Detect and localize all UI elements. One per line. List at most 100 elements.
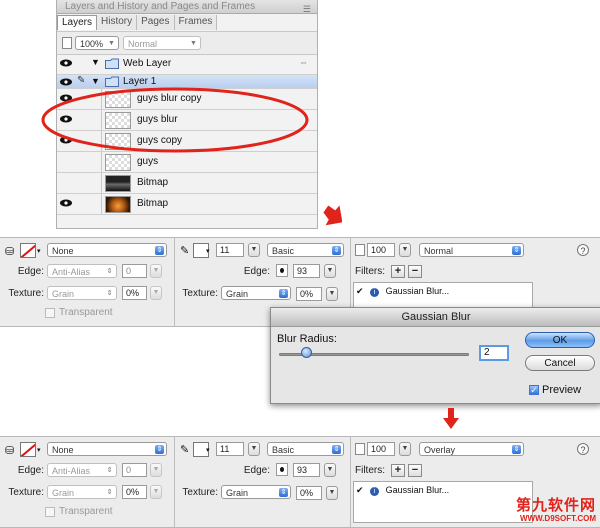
tab-frames[interactable]: Frames bbox=[174, 15, 218, 30]
info-icon[interactable]: i bbox=[370, 487, 380, 496]
stroke-edge-label: Edge: bbox=[243, 465, 270, 476]
cancel-button[interactable]: Cancel bbox=[525, 355, 595, 371]
chevron-down-icon: ⇕ bbox=[155, 246, 164, 255]
add-filter-button[interactable]: + bbox=[391, 464, 405, 477]
stroke-type-select[interactable]: Basic ⇕ bbox=[267, 442, 344, 456]
tab-history[interactable]: History bbox=[97, 15, 138, 30]
texture-select[interactable]: Grain ⇕ bbox=[47, 286, 117, 300]
stroke-type-value: Basic bbox=[272, 246, 295, 256]
chevron-down-icon[interactable]: ▾ bbox=[37, 247, 41, 255]
stroke-edge-field[interactable]: 93 bbox=[293, 264, 320, 278]
stroke-edge-dropdown[interactable]: ▼ bbox=[324, 264, 336, 278]
chevron-down-icon: ⇕ bbox=[332, 445, 341, 454]
stroke-size-dropdown[interactable]: ▼ bbox=[248, 243, 260, 257]
transparent-checkbox[interactable] bbox=[45, 308, 55, 318]
layer-row[interactable]: ▼ Web Layer ⇔ bbox=[57, 54, 317, 75]
edge-softness-icon[interactable] bbox=[276, 463, 288, 476]
fill-bucket-icon: ⛁ bbox=[5, 445, 15, 457]
tab-pages[interactable]: Pages bbox=[137, 15, 175, 30]
stroke-texture-percent-field[interactable]: 0% bbox=[296, 486, 322, 500]
panel-title: Layers and History and Pages and Frames bbox=[65, 1, 256, 12]
stroke-edge-dropdown[interactable]: ▼ bbox=[324, 463, 336, 477]
fill-color-swatch[interactable] bbox=[20, 442, 36, 457]
layer-row[interactable]: Bitmap bbox=[57, 194, 317, 215]
filter-item[interactable]: ✔ i Gaussian Blur... bbox=[356, 484, 449, 496]
texture-percent-field[interactable]: 0% bbox=[122, 485, 147, 499]
edge-select[interactable]: Anti-Alias ⇕ bbox=[47, 463, 117, 477]
divider bbox=[101, 152, 102, 172]
stroke-texture-select[interactable]: Grain ⇕ bbox=[221, 485, 291, 499]
transparent-label: Transparent bbox=[59, 506, 113, 517]
opacity-dropdown[interactable]: ▼ bbox=[399, 442, 411, 456]
stroke-texture-percent-dropdown[interactable]: ▼ bbox=[326, 287, 338, 301]
edge-softness-icon[interactable] bbox=[276, 264, 288, 277]
blend-mode-select[interactable]: Overlay ⇕ bbox=[419, 442, 524, 456]
stroke-edge-field[interactable]: 93 bbox=[293, 463, 320, 477]
texture-select[interactable]: Grain ⇕ bbox=[47, 485, 117, 499]
opacity-dropdown[interactable]: ▼ bbox=[399, 243, 411, 257]
layer-row[interactable]: guys bbox=[57, 152, 317, 173]
remove-filter-button[interactable]: − bbox=[408, 464, 422, 477]
help-icon[interactable]: ? bbox=[577, 443, 589, 455]
dialog-title: Gaussian Blur bbox=[271, 308, 600, 327]
stroke-type-select[interactable]: Basic ⇕ bbox=[267, 243, 344, 257]
transparent-checkbox[interactable] bbox=[45, 507, 55, 517]
filter-item[interactable]: ✔ i Gaussian Blur... bbox=[356, 285, 449, 297]
texture-percent-field[interactable]: 0% bbox=[122, 286, 147, 300]
divider bbox=[174, 437, 175, 527]
texture-label: Texture: bbox=[8, 487, 44, 498]
stroke-edge-label: Edge: bbox=[243, 266, 270, 277]
blend-mode-select[interactable]: Normal ▼ bbox=[123, 36, 201, 50]
opacity-field[interactable]: 100 bbox=[367, 442, 395, 456]
watermark: 第九软件网 WWW.D9SOFT.COM bbox=[516, 498, 596, 524]
add-filter-button[interactable]: + bbox=[391, 265, 405, 278]
layer-name: Web Layer bbox=[123, 58, 172, 69]
chevron-down-icon[interactable]: ▾ bbox=[37, 446, 41, 454]
layer-name: guys bbox=[137, 156, 159, 167]
opacity-field[interactable]: 100 bbox=[367, 243, 395, 257]
stroke-texture-label: Texture: bbox=[182, 487, 218, 498]
folder-icon bbox=[105, 58, 119, 69]
stroke-size-field[interactable]: 11 bbox=[216, 243, 244, 257]
chevron-down-icon: ▼ bbox=[190, 40, 197, 47]
panel-options-icon[interactable]: ☰ bbox=[303, 2, 311, 16]
edge-amount-dropdown[interactable]: ▼ bbox=[150, 463, 162, 477]
stroke-texture-percent-field[interactable]: 0% bbox=[296, 287, 322, 301]
stroke-size-dropdown[interactable]: ▼ bbox=[248, 442, 260, 456]
preview-checkbox[interactable]: ✓ bbox=[529, 385, 539, 395]
texture-percent-dropdown[interactable]: ▼ bbox=[150, 485, 162, 499]
remove-filter-button[interactable]: − bbox=[408, 265, 422, 278]
eye-icon[interactable] bbox=[60, 199, 72, 207]
check-icon[interactable]: ✔ bbox=[356, 286, 364, 296]
opacity-icon bbox=[355, 443, 365, 455]
help-icon[interactable]: ? bbox=[577, 244, 589, 256]
disclosure-triangle-icon[interactable]: ▼ bbox=[91, 57, 100, 67]
fill-type-select[interactable]: None ⇕ bbox=[47, 243, 167, 257]
stroke-texture-percent-dropdown[interactable]: ▼ bbox=[326, 486, 338, 500]
ok-button[interactable]: OK bbox=[525, 332, 595, 348]
layer-row[interactable]: Bitmap bbox=[57, 173, 317, 194]
eye-icon[interactable] bbox=[60, 59, 72, 67]
panel-title-bar[interactable]: Layers and History and Pages and Frames … bbox=[57, 0, 317, 14]
chevron-down-icon[interactable]: ▾ bbox=[206, 247, 210, 255]
edge-select[interactable]: Anti-Alias ⇕ bbox=[47, 264, 117, 278]
edge-amount-field[interactable]: 0 bbox=[122, 264, 147, 278]
tab-layers[interactable]: Layers bbox=[57, 15, 98, 30]
chevron-down-icon: ⇕ bbox=[279, 289, 288, 298]
blend-mode-value: Normal bbox=[424, 246, 454, 256]
chevron-down-icon[interactable]: ▾ bbox=[206, 446, 210, 454]
slider-thumb[interactable] bbox=[301, 347, 312, 358]
stroke-size-field[interactable]: 11 bbox=[216, 442, 244, 456]
pencil-icon: ✎ bbox=[180, 245, 190, 257]
blend-mode-select[interactable]: Normal ⇕ bbox=[419, 243, 524, 257]
fill-type-select[interactable]: None ⇕ bbox=[47, 442, 167, 456]
edge-amount-dropdown[interactable]: ▼ bbox=[150, 264, 162, 278]
texture-percent-dropdown[interactable]: ▼ bbox=[150, 286, 162, 300]
info-icon[interactable]: i bbox=[370, 288, 380, 297]
stroke-texture-select[interactable]: Grain ⇕ bbox=[221, 286, 291, 300]
opacity-select[interactable]: 100% ▼ bbox=[75, 36, 119, 50]
edge-amount-field[interactable]: 0 bbox=[122, 463, 147, 477]
check-icon[interactable]: ✔ bbox=[356, 485, 364, 495]
fill-color-swatch[interactable] bbox=[20, 243, 36, 258]
blur-radius-field[interactable]: 2 bbox=[479, 345, 509, 361]
